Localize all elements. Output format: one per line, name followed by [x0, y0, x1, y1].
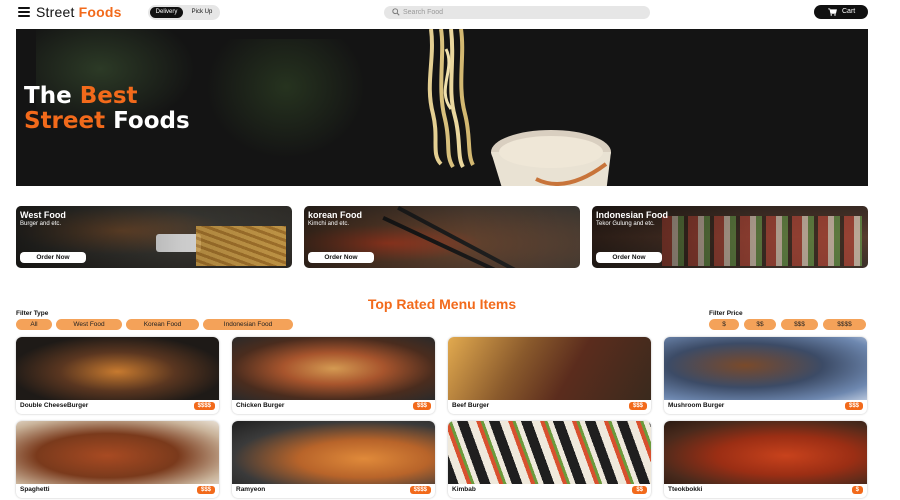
- menu-item-name: Ramyeon: [236, 486, 266, 493]
- section-title: Top Rated Menu Items: [367, 296, 517, 312]
- menu-item-name: Kimbab: [452, 486, 476, 493]
- filter-chip-price-3[interactable]: $$$: [781, 319, 818, 330]
- delivery-pickup-toggle: Delivery Pick Up: [148, 5, 220, 20]
- menu-item-card[interactable]: Double CheeseBurger $$$$: [16, 337, 219, 414]
- menu-item-name: Beef Burger: [452, 402, 490, 409]
- search-icon: [392, 8, 400, 16]
- category-subtitle: Kimchi and etc.: [308, 221, 350, 227]
- hero-heading: The Best Street Foods: [24, 84, 190, 134]
- cart-icon: [828, 8, 837, 16]
- hero-word-highlight: Street: [24, 108, 106, 134]
- menu-item-card[interactable]: Mushroom Burger $$$: [664, 337, 867, 414]
- pickup-option[interactable]: Pick Up: [186, 7, 218, 18]
- filter-chip-price-4[interactable]: $$$$: [823, 319, 866, 330]
- menu-item-price: $$$$: [193, 402, 215, 410]
- cart-button[interactable]: Cart: [814, 5, 868, 19]
- filter-chip-korean-food[interactable]: Korean Food: [126, 319, 199, 330]
- menu-item-card[interactable]: Ramyeon $$$$: [232, 421, 435, 498]
- order-now-button[interactable]: Order Now: [20, 252, 86, 263]
- category-card-korean-food[interactable]: korean Food Kimchi and etc. Order Now: [304, 206, 580, 268]
- filter-price-label: Filter Price: [709, 310, 743, 317]
- hero-word: The: [24, 83, 72, 109]
- brand-text-foods: Foods: [78, 4, 122, 20]
- order-now-button[interactable]: Order Now: [596, 252, 662, 263]
- category-subtitle: Burger and etc.: [20, 221, 62, 227]
- cart-label: Cart: [842, 8, 856, 15]
- menu-item-name: Spaghetti: [20, 486, 50, 493]
- hamburger-menu-icon[interactable]: [18, 7, 30, 17]
- menu-item-price: $$$: [196, 486, 215, 494]
- hero-word-highlight: Best: [79, 83, 138, 109]
- tteokbokki-image: [664, 421, 867, 484]
- menu-item-price: $$: [632, 486, 647, 494]
- spaghetti-image: [16, 421, 219, 484]
- filter-chip-west-food[interactable]: West Food: [56, 319, 122, 330]
- hero-banner: The Best Street Foods: [16, 29, 868, 186]
- category-card-west-food[interactable]: West Food Burger and etc. Order Now: [16, 206, 292, 268]
- menu-item-name: Mushroom Burger: [668, 402, 725, 409]
- menu-item-card[interactable]: Kimbab $$: [448, 421, 651, 498]
- filter-chip-price-1[interactable]: $: [709, 319, 739, 330]
- menu-item-card[interactable]: Chicken Burger $$$: [232, 337, 435, 414]
- order-now-button[interactable]: Order Now: [308, 252, 374, 263]
- chicken-burger-image: [232, 337, 435, 400]
- menu-item-name: Double CheeseBurger: [20, 402, 89, 409]
- menu-item-card[interactable]: Beef Burger $$$: [448, 337, 651, 414]
- filter-chip-indonesian-food[interactable]: Indonesian Food: [203, 319, 293, 330]
- delivery-option[interactable]: Delivery: [150, 7, 183, 18]
- category-title: korean Food: [308, 210, 363, 220]
- hero-word: Foods: [113, 108, 190, 134]
- menu-item-name: Tteokbokki: [668, 486, 703, 493]
- menu-item-price: $: [851, 486, 863, 494]
- menu-item-name: Chicken Burger: [236, 402, 285, 409]
- filter-type-label: Filter Type: [16, 310, 49, 317]
- double-cheeseburger-image: [16, 337, 219, 400]
- hero-foliage: [206, 39, 366, 159]
- brand-logo[interactable]: Street Foods: [36, 4, 122, 20]
- menu-item-card[interactable]: Tteokbokki $: [664, 421, 867, 498]
- mushroom-burger-image: [664, 337, 867, 400]
- menu-item-card[interactable]: Spaghetti $$$: [16, 421, 219, 498]
- category-card-indonesian-food[interactable]: Indonesian Food Tekor Gulung and etc. Or…: [592, 206, 868, 268]
- category-title: Indonesian Food: [596, 210, 668, 220]
- ramyeon-image: [232, 421, 435, 484]
- search-input[interactable]: Search Food: [384, 6, 650, 19]
- category-subtitle: Tekor Gulung and etc.: [596, 221, 655, 227]
- menu-item-price: $$$: [412, 402, 431, 410]
- brand-text-street: Street: [36, 4, 75, 20]
- menu-item-price: $$$$: [409, 486, 431, 494]
- category-title: West Food: [20, 210, 66, 220]
- filter-chip-price-2[interactable]: $$: [744, 319, 776, 330]
- filter-chip-all[interactable]: All: [16, 319, 52, 330]
- kimbab-image: [448, 421, 651, 484]
- header-bar: Street Foods Delivery Pick Up Search Foo…: [0, 0, 900, 26]
- beef-burger-image: [448, 337, 651, 400]
- search-placeholder: Search Food: [403, 9, 444, 16]
- menu-item-price: $$$: [844, 402, 863, 410]
- noodle-cup-image: [491, 130, 611, 186]
- menu-item-price: $$$: [628, 402, 647, 410]
